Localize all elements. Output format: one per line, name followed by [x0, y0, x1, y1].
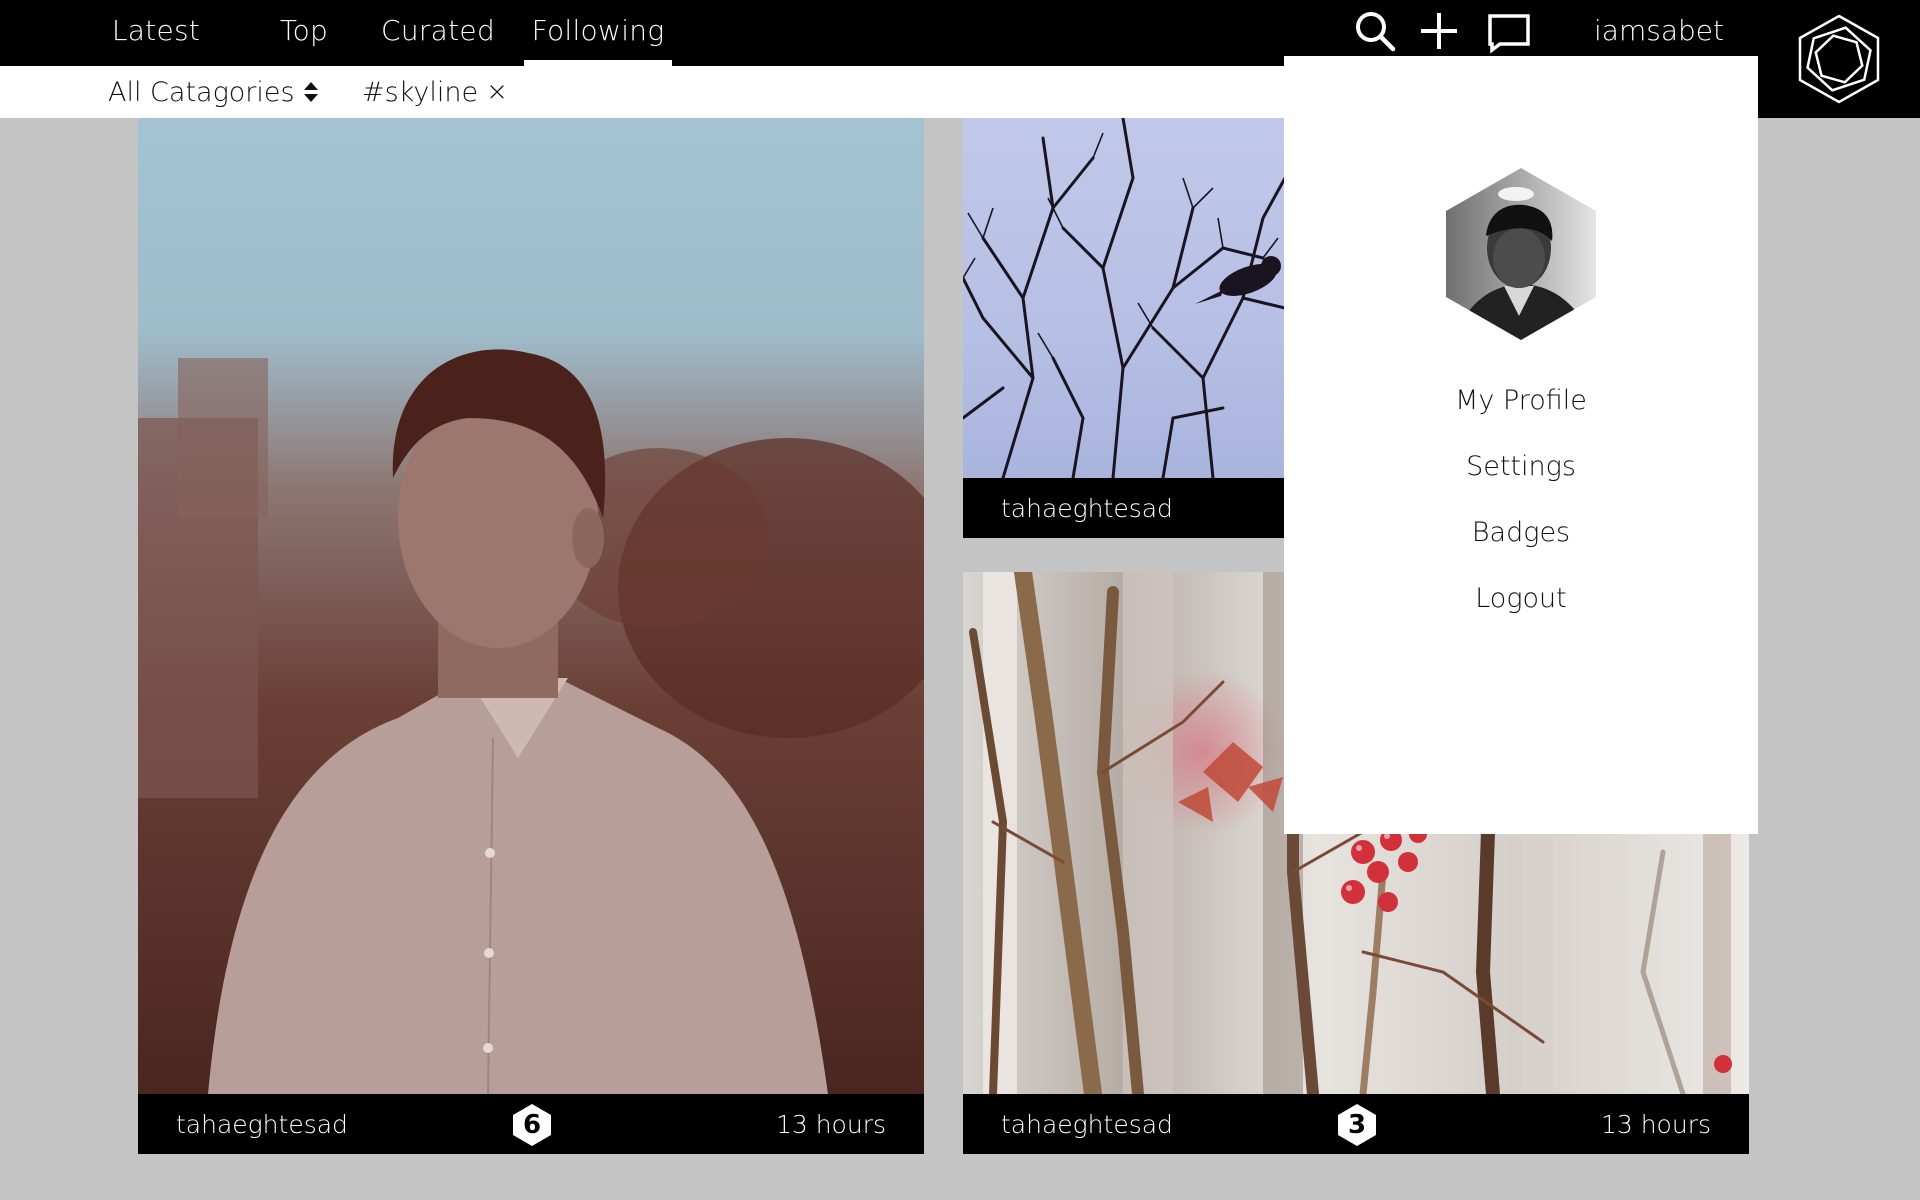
hexagon-logo-icon: [1798, 14, 1880, 104]
post-time: 13 hours: [1600, 1109, 1711, 1139]
tab-latest[interactable]: Latest: [88, 0, 224, 60]
photo-image: [963, 118, 1285, 480]
add-post-button[interactable]: [1416, 8, 1462, 54]
post-author[interactable]: tahaeghtesad: [176, 1094, 348, 1154]
points-badge: 6: [510, 1103, 554, 1147]
search-button[interactable]: [1352, 8, 1398, 54]
photo-caption-bar: tahaeghtesad 3 13 hours: [963, 1094, 1749, 1154]
badge-count: 6: [522, 1110, 542, 1140]
category-label: All Catagories: [108, 76, 295, 108]
photo-image: [138, 118, 924, 1095]
username-menu-toggle[interactable]: iamsabet: [1562, 0, 1756, 60]
messages-button[interactable]: [1486, 8, 1532, 54]
tag-remove-button[interactable]: ×: [486, 77, 508, 107]
menu-item-settings[interactable]: Settings: [1284, 442, 1758, 490]
logo[interactable]: [1758, 0, 1920, 118]
photo-caption-bar: tahaeghtesad: [963, 478, 1285, 538]
post-author[interactable]: tahaeghtesad: [1001, 1094, 1173, 1154]
tab-curated[interactable]: Curated: [370, 0, 506, 60]
menu-item-badges[interactable]: Badges: [1284, 508, 1758, 556]
message-icon: [1488, 14, 1530, 54]
hexagon-avatar-image: [1446, 168, 1596, 340]
user-dropdown-menu: My Profile Settings Badges Logout: [1284, 56, 1758, 834]
points-badge: 3: [1335, 1103, 1379, 1147]
photo-caption-bar: tahaeghtesad 6 13 hours: [138, 1094, 924, 1154]
category-select[interactable]: All Catagories: [108, 66, 319, 118]
post-author[interactable]: tahaeghtesad: [1001, 478, 1173, 538]
search-icon: [1356, 12, 1396, 52]
plus-icon: [1421, 13, 1457, 49]
sort-arrows-icon: [303, 82, 318, 102]
photo-card[interactable]: tahaeghtesad: [963, 118, 1285, 538]
branches-illustration: [963, 118, 1285, 480]
avatar[interactable]: [1444, 166, 1598, 342]
tab-following[interactable]: Following: [524, 0, 672, 66]
badge-count: 3: [1347, 1110, 1367, 1140]
photo-card[interactable]: tahaeghtesad 6 13 hours: [138, 118, 924, 1154]
tab-top[interactable]: Top: [262, 0, 346, 60]
tag-filter-chip: #skyline ×: [362, 66, 508, 118]
menu-item-logout[interactable]: Logout: [1284, 574, 1758, 622]
tag-label: #skyline: [362, 76, 479, 108]
portrait-illustration: [138, 349, 924, 1095]
menu-item-my-profile[interactable]: My Profile: [1284, 376, 1758, 424]
post-time: 13 hours: [775, 1109, 886, 1139]
